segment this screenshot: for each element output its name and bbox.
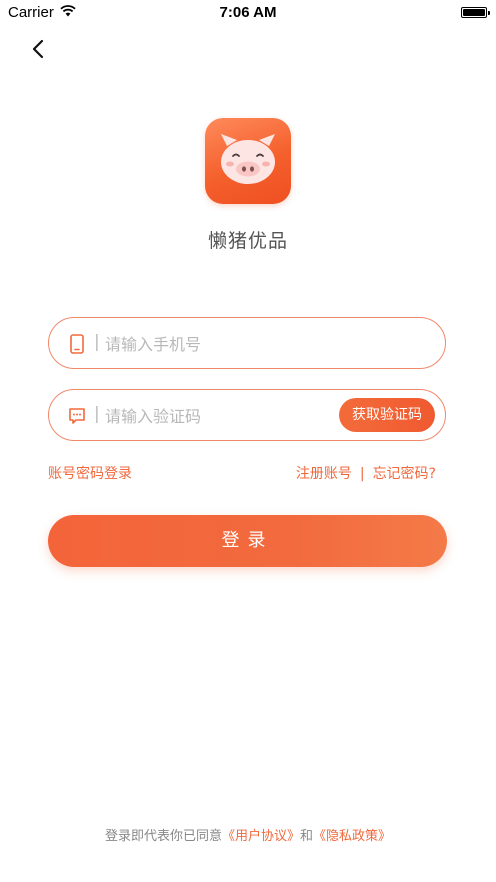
- battery-icon: [461, 7, 490, 18]
- chevron-left-icon[interactable]: [26, 36, 50, 62]
- register-link[interactable]: 注册账号: [296, 466, 352, 482]
- forgot-password-link[interactable]: 忘记密码?: [373, 466, 436, 482]
- app-logo: [205, 118, 291, 204]
- message-icon: [69, 408, 85, 424]
- password-login-label[interactable]: 账号密码登录: [48, 466, 132, 482]
- privacy-policy-link[interactable]: 《隐私政策》: [313, 829, 391, 844]
- verification-code-input[interactable]: [103, 402, 327, 430]
- pig-face-icon: [221, 134, 275, 184]
- field-separator: |: [94, 404, 100, 424]
- agreement-text: 登录即代表你已同意《用户协议》和《隐私政策》: [0, 825, 496, 844]
- app-name: 懒猪优品: [207, 230, 288, 252]
- agreement-conjunction: 和: [300, 829, 314, 844]
- field-separator: |: [94, 332, 100, 352]
- get-code-button[interactable]: 获取验证码: [339, 398, 435, 432]
- user-agreement-link[interactable]: 《用户协议》: [222, 829, 300, 844]
- phone-input[interactable]: [103, 330, 357, 358]
- phone-field[interactable]: |: [48, 317, 446, 369]
- password-login-link[interactable]: 账号密码登录: [48, 463, 132, 483]
- verification-code-field[interactable]: | 获取验证码: [48, 389, 446, 441]
- phone-icon: [70, 334, 84, 354]
- clock: 7:06 AM: [219, 4, 277, 21]
- status-bar: Carrier 7:06 AM: [0, 0, 496, 26]
- login-button[interactable]: 登录: [48, 515, 447, 567]
- agreement-prefix: 登录即代表你已同意: [104, 829, 222, 844]
- link-divider: |: [359, 466, 365, 482]
- account-links: 注册账号 | 忘记密码?: [296, 463, 436, 483]
